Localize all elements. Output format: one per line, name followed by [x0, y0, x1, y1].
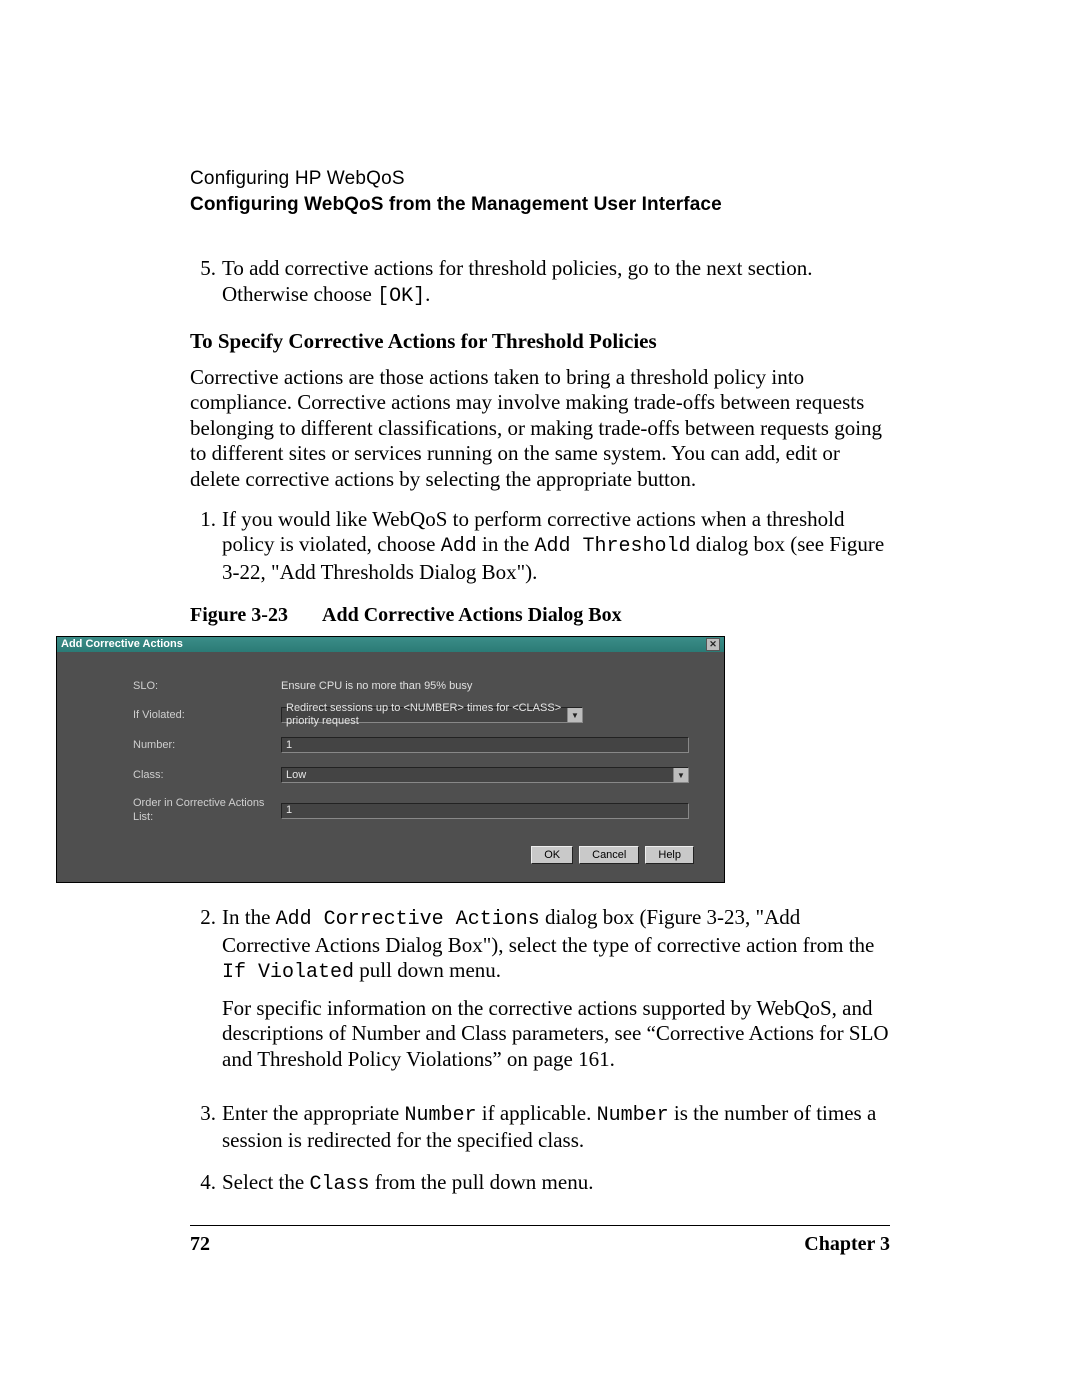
- step-text: If you would like WebQoS to perform corr…: [222, 507, 890, 586]
- code-inline: Number: [597, 1104, 669, 1127]
- step-number: 3.: [190, 1101, 222, 1154]
- chapter-label: Chapter 3: [804, 1232, 890, 1256]
- dropdown-value: Low: [286, 769, 306, 782]
- step-number: 2.: [190, 905, 222, 1084]
- ordered-step: 1. If you would like WebQoS to perform c…: [190, 507, 890, 586]
- dropdown-value: Redirect sessions up to <NUMBER> times f…: [286, 702, 578, 729]
- step-number: 4.: [190, 1170, 222, 1197]
- step-text: To add corrective actions for threshold …: [222, 256, 890, 309]
- text: To add corrective actions for threshold …: [222, 256, 812, 306]
- code-inline: Add Threshold: [534, 535, 690, 558]
- cancel-button[interactable]: Cancel: [579, 846, 639, 864]
- input-value: 1: [286, 739, 292, 752]
- ok-button[interactable]: OK: [531, 846, 573, 864]
- paragraph: For specific information on the correcti…: [222, 996, 890, 1073]
- subsection-heading: To Specify Corrective Actions for Thresh…: [190, 329, 890, 355]
- label-order: Order in Corrective Actions List:: [133, 797, 281, 824]
- dialog-row-class: Class: Low ▼: [133, 767, 704, 783]
- dropdown-class[interactable]: Low ▼: [281, 767, 689, 783]
- footer-rule: [190, 1225, 890, 1226]
- chevron-down-icon[interactable]: ▼: [673, 768, 688, 782]
- dialog-row-if-violated: If Violated: Redirect sessions up to <NU…: [133, 707, 704, 723]
- step-text: Select the Class from the pull down menu…: [222, 1170, 890, 1197]
- dropdown-if-violated[interactable]: Redirect sessions up to <NUMBER> times f…: [281, 707, 583, 723]
- text: in the: [477, 532, 535, 556]
- dialog-row-slo: SLO: Ensure CPU is no more than 95% busy: [133, 680, 704, 693]
- step-number: 5.: [190, 256, 222, 309]
- ordered-step: 2. In the Add Corrective Actions dialog …: [190, 905, 890, 1084]
- paragraph: Corrective actions are those actions tak…: [190, 365, 890, 493]
- figure-caption: Figure 3-23 Add Corrective Actions Dialo…: [190, 603, 890, 627]
- ordered-step: 3. Enter the appropriate Number if appli…: [190, 1101, 890, 1154]
- text: .: [425, 282, 430, 306]
- value-slo: Ensure CPU is no more than 95% busy: [281, 680, 472, 693]
- post-figure-steps: 2. In the Add Corrective Actions dialog …: [190, 905, 890, 1197]
- close-icon[interactable]: ✕: [706, 638, 720, 651]
- ordered-step: 4. Select the Class from the pull down m…: [190, 1170, 890, 1197]
- help-button[interactable]: Help: [645, 846, 694, 864]
- ordered-step: 5. To add corrective actions for thresho…: [190, 256, 890, 309]
- dialog-row-order: Order in Corrective Actions List: 1: [133, 797, 704, 824]
- dialog-add-corrective-actions: Add Corrective Actions ✕ SLO: Ensure CPU…: [56, 636, 725, 884]
- code-inline: Class: [309, 1173, 369, 1196]
- dialog-row-number: Number: 1: [133, 737, 704, 753]
- body-column: 5. To add corrective actions for thresho…: [190, 256, 890, 1256]
- dialog-titlebar[interactable]: Add Corrective Actions ✕: [57, 637, 724, 652]
- code-inline: [OK]: [377, 285, 425, 308]
- text: Enter the appropriate: [222, 1101, 405, 1125]
- page-footer: 72 Chapter 3: [190, 1232, 890, 1256]
- code-inline: Number: [405, 1104, 477, 1127]
- input-value: 1: [286, 804, 292, 817]
- running-header-subtitle: Configuring WebQoS from the Management U…: [190, 194, 890, 216]
- label-number: Number:: [133, 739, 281, 752]
- figure-number: Figure 3-23: [190, 603, 322, 627]
- dialog-button-row: OK Cancel Help: [133, 838, 704, 874]
- code-inline: Add: [441, 535, 477, 558]
- label-class: Class:: [133, 769, 281, 782]
- page-number: 72: [190, 1232, 210, 1256]
- input-order[interactable]: 1: [281, 803, 689, 819]
- dialog-body: SLO: Ensure CPU is no more than 95% busy…: [57, 652, 724, 882]
- label-if-violated: If Violated:: [133, 709, 281, 722]
- text: pull down menu.: [354, 958, 501, 982]
- text: Select the: [222, 1170, 309, 1194]
- text: from the pull down menu.: [369, 1170, 593, 1194]
- step-number: 1.: [190, 507, 222, 586]
- figure-title: Add Corrective Actions Dialog Box: [322, 603, 622, 627]
- text: In the: [222, 905, 276, 929]
- text: if applicable.: [477, 1101, 597, 1125]
- input-number[interactable]: 1: [281, 737, 689, 753]
- label-slo: SLO:: [133, 680, 281, 693]
- dialog-title-text: Add Corrective Actions: [61, 638, 183, 651]
- document-page: Configuring HP WebQoS Configuring WebQoS…: [0, 0, 1080, 1397]
- step-text: Enter the appropriate Number if applicab…: [222, 1101, 890, 1154]
- step-text: In the Add Corrective Actions dialog box…: [222, 905, 890, 1084]
- code-inline: Add Corrective Actions: [276, 908, 540, 931]
- chevron-down-icon[interactable]: ▼: [567, 708, 582, 722]
- code-inline: If Violated: [222, 961, 354, 984]
- running-header-title: Configuring HP WebQoS: [190, 168, 890, 190]
